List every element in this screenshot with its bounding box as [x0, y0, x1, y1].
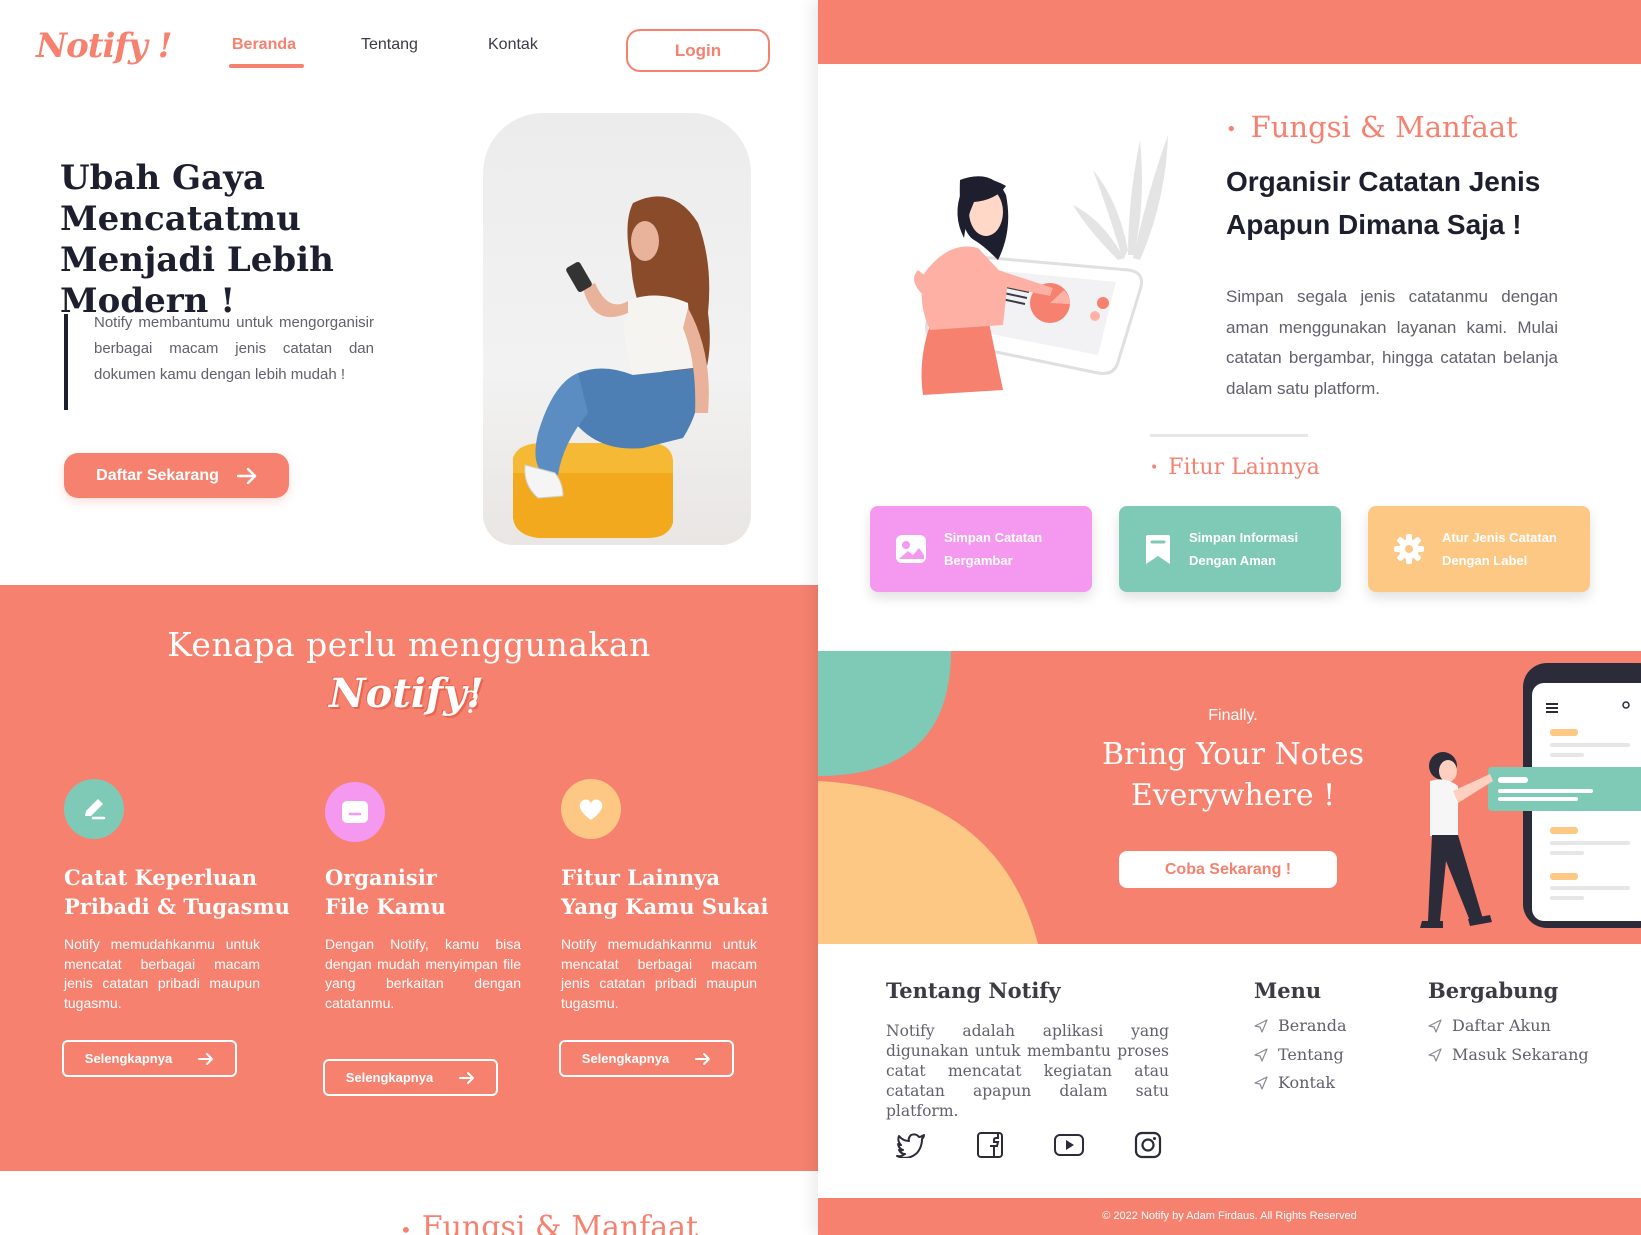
footer-menu-item[interactable]: Beranda: [1254, 1012, 1347, 1041]
landing-page-right: • Fungsi & Manfaat Organisir Catatan Jeni…: [818, 0, 1641, 1235]
send-icon: [1428, 1019, 1442, 1033]
logo[interactable]: Notify !: [36, 26, 173, 66]
feature-card-label-settings[interactable]: Atur Jenis Catatan Dengan Label: [1368, 506, 1590, 592]
footer-menu-title: Menu: [1254, 978, 1322, 1003]
heart-icon: [561, 779, 621, 839]
more-button-label: Selengkapnya: [84, 1051, 173, 1066]
image-icon: [896, 535, 926, 563]
footer-join-title: Bergabung: [1428, 978, 1559, 1003]
woman-sitting-illustration: [513, 196, 710, 538]
why-question-mark: ?: [463, 686, 480, 721]
section-title-peek-text: Fungsi & Manfaat: [421, 1210, 699, 1235]
send-icon: [1254, 1076, 1268, 1090]
hero-description: Notify membantumu untuk mengorganisir be…: [94, 314, 374, 383]
feature-title-line: File Kamu: [325, 894, 446, 919]
feature-card-bookmark[interactable]: Simpan Informasi Dengan Aman: [1119, 506, 1341, 592]
instagram-icon[interactable]: [1131, 1128, 1165, 1162]
arrow-right-icon: [198, 1052, 214, 1065]
send-icon: [1254, 1048, 1268, 1062]
footer-join-list: Daftar Akun Masuk Sekarang: [1428, 1012, 1589, 1069]
feature-title-line: Organisir: [325, 865, 437, 890]
promo-title: Bring Your Notes Everywhere !: [1101, 737, 1365, 813]
arrow-right-icon: [695, 1052, 711, 1065]
feature-card-label: Simpan Catatan Bergambar: [944, 530, 1043, 568]
send-icon: [1254, 1019, 1268, 1033]
gear-icon: [1394, 534, 1424, 564]
footer-about-desc: Notify adalah aplikasi yang digunakan un…: [886, 1022, 1169, 1120]
why-title: Kenapa perlu menggunakan: [167, 625, 651, 664]
more-button-label: Selengkapnya: [345, 1070, 434, 1085]
footer-join-item[interactable]: Masuk Sekarang: [1428, 1041, 1589, 1070]
fm-title: Organisir Catatan Jenis Apapun Dimana Sa…: [1226, 166, 1541, 240]
feature-title-line: Pribadi & Tugasmu: [64, 894, 290, 919]
feature-card-label: Atur Jenis Catatan Dengan Label: [1442, 530, 1557, 568]
hero-quote-bar: [64, 314, 68, 410]
fm-section-label: • Fungsi & Manfaat: [1226, 110, 1518, 144]
feature-title: Fitur Lainnya Yang Kamu Sukai: [561, 863, 801, 921]
arrow-right-icon: [459, 1071, 475, 1084]
footer-join-label: Daftar Akun: [1452, 1016, 1551, 1035]
divider: [1150, 434, 1308, 437]
footer-join-label: Masuk Sekarang: [1452, 1044, 1589, 1064]
fm-description: Simpan segala jenis catatanmu dengan ama…: [1226, 287, 1558, 398]
arrow-right-icon: [236, 467, 257, 484]
hero-photo: [483, 113, 751, 545]
more-button[interactable]: Selengkapnya: [559, 1040, 734, 1077]
more-button[interactable]: Selengkapnya: [323, 1059, 498, 1096]
send-icon: [1428, 1048, 1442, 1062]
footer-menu-label: Beranda: [1278, 1016, 1347, 1035]
landing-page-left: Notify ! Beranda Tentang Kontak Login Ub…: [0, 0, 818, 1235]
folder-icon: [325, 782, 385, 842]
more-button[interactable]: Selengkapnya: [62, 1040, 237, 1077]
hero-title: Ubah Gaya Mencatatmu Menjadi Lebih Moder…: [60, 158, 334, 321]
feature-title: Organisir File Kamu: [325, 863, 565, 921]
footer-menu-item[interactable]: Kontak: [1254, 1069, 1347, 1098]
feature-description: Notify memudahkanmu untuk mencatat berba…: [64, 936, 260, 1011]
register-button[interactable]: Daftar Sekarang: [64, 453, 289, 498]
feature-title-line: Fitur Lainnya: [561, 865, 720, 890]
nav-active-indicator: [229, 64, 304, 68]
nav-kontak[interactable]: Kontak: [488, 36, 538, 54]
bullet-dot: •: [400, 1218, 412, 1235]
pencil-icon: [64, 779, 124, 839]
woman-tablet-illustration: [914, 135, 1168, 395]
feature-title-line: Yang Kamu Sukai: [561, 894, 769, 919]
bullet-dot: •: [1226, 118, 1237, 140]
register-button-label: Daftar Sekarang: [96, 466, 219, 484]
nav-tentang[interactable]: Tentang: [361, 36, 418, 54]
footer-join-item[interactable]: Daftar Akun: [1428, 1012, 1589, 1041]
youtube-icon[interactable]: [1052, 1128, 1086, 1162]
nav-beranda[interactable]: Beranda: [232, 36, 296, 54]
feature-title-line: Catat Keperluan: [64, 865, 258, 890]
feature-card-label: Simpan Informasi Dengan Aman: [1189, 530, 1299, 568]
footer-menu-list: Beranda Tentang Kontak: [1254, 1012, 1347, 1098]
promo-small-text: Finally.: [1208, 707, 1258, 724]
twitter-icon[interactable]: [894, 1128, 928, 1162]
facebook-icon[interactable]: [973, 1128, 1007, 1162]
fl-section-label: • Fitur Lainnya: [1150, 455, 1320, 480]
copyright: © 2022 Notify by Adam Firdaus. All Right…: [1102, 1210, 1357, 1222]
feature-card-image[interactable]: Simpan Catatan Bergambar: [870, 506, 1092, 592]
footer-about-title: Tentang Notify: [886, 978, 1061, 1003]
footer-menu-label: Tentang: [1278, 1044, 1344, 1064]
why-logo: Notify!: [329, 670, 484, 717]
login-button[interactable]: Login: [626, 29, 770, 72]
section-title-peek: • Fungsi & Manfaat: [400, 1210, 698, 1235]
feature-title: Catat Keperluan Pribadi & Tugasmu: [64, 863, 304, 921]
footer-menu-item[interactable]: Tentang: [1254, 1041, 1347, 1070]
fl-section-label-text: Fitur Lainnya: [1168, 455, 1320, 480]
more-button-label: Selengkapnya: [581, 1051, 670, 1066]
try-now-button[interactable]: Coba Sekarang !: [1119, 851, 1337, 888]
promo-section: Finally. Bring Your Notes Everywhere ! C…: [818, 651, 1641, 944]
feature-description: Notify memudahkanmu untuk mencatat berba…: [561, 936, 757, 1011]
bullet-dot: •: [1150, 460, 1159, 476]
bookmark-icon: [1146, 535, 1170, 564]
fm-section-label-text: Fungsi & Manfaat: [1250, 110, 1518, 144]
top-band: [818, 0, 1641, 64]
footer-menu-label: Kontak: [1278, 1073, 1336, 1092]
feature-description: Dengan Notify, kamu bisa dengan mudah me…: [325, 936, 521, 1011]
